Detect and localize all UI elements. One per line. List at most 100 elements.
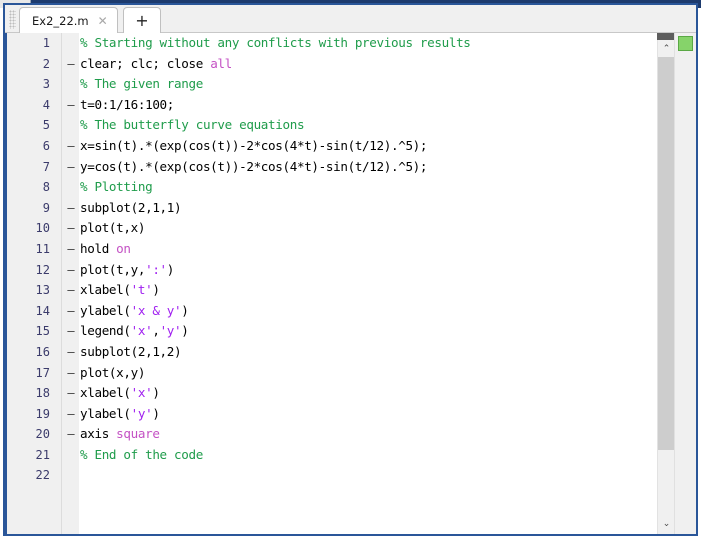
- token-plain: ): [181, 302, 189, 318]
- code-line[interactable]: 5 % The butterfly curve equations: [5, 115, 656, 136]
- code-line[interactable]: 16– subplot(2,1,2): [5, 342, 656, 363]
- token-comment: % The given range: [80, 76, 203, 92]
- executable-line-marker[interactable]: –: [65, 54, 77, 75]
- code-line[interactable]: 12– plot(t,y,':'): [5, 260, 656, 281]
- token-plain: ,: [152, 323, 160, 339]
- executable-line-marker[interactable]: –: [65, 404, 77, 425]
- executable-line-marker[interactable]: –: [65, 239, 77, 260]
- code-text: plot(t,x): [80, 218, 145, 239]
- token-plain: subplot(2,1,1): [80, 199, 182, 215]
- code-text: t=0:1/16:100;: [80, 95, 174, 116]
- code-line[interactable]: 13– xlabel('t'): [5, 280, 656, 301]
- code-line[interactable]: 21 % End of the code: [5, 445, 656, 466]
- new-tab-button[interactable]: +: [123, 7, 161, 33]
- matlab-editor-window: Ex2_22.m ✕ + 1 % Starting without any con…: [0, 0, 701, 539]
- token-comment: % The butterfly curve equations: [80, 117, 305, 133]
- executable-line-marker[interactable]: –: [65, 424, 77, 445]
- line-number: 9: [42, 200, 50, 215]
- line-number: 3: [42, 77, 50, 92]
- line-number: 10: [35, 221, 50, 236]
- code-line[interactable]: 6– x=sin(t).*(exp(cos(t))-2*cos(4*t)-sin(…: [5, 136, 656, 157]
- executable-line-marker[interactable]: –: [65, 363, 77, 384]
- code-text: legend('x','y'): [80, 321, 189, 342]
- line-number: 18: [35, 386, 50, 401]
- code-line[interactable]: 2– clear; clc; close all: [5, 54, 656, 75]
- token-plain: y=cos(t).*(exp(cos(t))-2*cos(4*t)-sin(t/…: [80, 158, 428, 174]
- line-number: 7: [42, 159, 50, 174]
- token-string: 'y': [130, 405, 153, 421]
- token-plain: plot(t,x): [80, 220, 146, 236]
- executable-line-marker[interactable]: –: [65, 136, 77, 157]
- token-string: 't': [130, 282, 153, 298]
- line-number: 4: [42, 97, 50, 112]
- status-ok-indicator[interactable]: [678, 36, 693, 51]
- token-plain: ): [166, 261, 175, 277]
- vertical-scrollbar[interactable]: ⌃ ⌄: [657, 33, 675, 534]
- line-number: 1: [42, 36, 50, 50]
- code-line[interactable]: 3 % The given range: [5, 74, 656, 95]
- code-text: x=sin(t).*(exp(cos(t))-2*cos(4*t)-sin(t/…: [80, 136, 427, 157]
- scroll-down-icon[interactable]: ⌄: [658, 515, 675, 532]
- code-text: axis square: [80, 424, 160, 445]
- drag-grip-icon[interactable]: [9, 10, 16, 29]
- line-number: 11: [35, 241, 50, 256]
- close-icon[interactable]: ✕: [98, 15, 108, 27]
- token-plain: ): [152, 405, 160, 421]
- scroll-up-icon[interactable]: ⌃: [658, 40, 675, 57]
- code-line[interactable]: 1 % Starting without any conflicts with p…: [5, 33, 656, 54]
- executable-line-marker[interactable]: –: [65, 342, 77, 363]
- token-comment: % End of the code: [80, 446, 203, 462]
- code-line[interactable]: 7– y=cos(t).*(exp(cos(t))-2*cos(4*t)-sin(…: [5, 157, 656, 178]
- line-number: 5: [42, 118, 50, 133]
- token-string: 'x': [130, 323, 153, 339]
- code-text: xlabel('x'): [80, 383, 160, 404]
- code-line[interactable]: 9– subplot(2,1,1): [5, 198, 656, 219]
- code-lines-container[interactable]: 1 % Starting without any conflicts with p…: [5, 33, 656, 534]
- code-line[interactable]: 10– plot(t,x): [5, 218, 656, 239]
- code-line[interactable]: 18– xlabel('x'): [5, 383, 656, 404]
- code-text: % Plotting: [80, 177, 153, 198]
- code-line[interactable]: 20– axis square: [5, 424, 656, 445]
- token-keyword: all: [210, 55, 232, 71]
- code-line[interactable]: 22: [5, 465, 656, 486]
- line-number: 13: [35, 283, 50, 298]
- executable-line-marker[interactable]: –: [65, 280, 77, 301]
- line-number: 21: [35, 447, 50, 462]
- code-line[interactable]: 4– t=0:1/16:100;: [5, 95, 656, 116]
- token-plain: subplot(2,1,2): [80, 343, 182, 359]
- code-text: xlabel('t'): [80, 280, 160, 301]
- code-line[interactable]: 17– plot(x,y): [5, 363, 656, 384]
- code-text: % The butterfly curve equations: [80, 115, 305, 136]
- executable-line-marker[interactable]: –: [65, 383, 77, 404]
- executable-line-marker[interactable]: –: [65, 95, 77, 116]
- token-plain: xlabel(: [80, 385, 131, 401]
- code-text: clear; clc; close all: [80, 54, 232, 75]
- token-plain: hold: [80, 240, 117, 256]
- executable-line-marker[interactable]: –: [65, 321, 77, 342]
- line-number: 19: [35, 406, 50, 421]
- plus-icon: +: [135, 10, 149, 30]
- scrollbar-cap: [657, 33, 674, 40]
- token-plain: x=sin(t).*(exp(cos(t))-2*cos(4*t)-sin(t/…: [80, 137, 428, 153]
- code-editor[interactable]: 1 % Starting without any conflicts with p…: [5, 33, 696, 534]
- code-line[interactable]: 14– ylabel('x & y'): [5, 301, 656, 322]
- executable-line-marker[interactable]: –: [65, 301, 77, 322]
- executable-line-marker[interactable]: –: [65, 218, 77, 239]
- executable-line-marker[interactable]: –: [65, 157, 77, 178]
- tab-label: Ex2_22.m: [32, 13, 89, 28]
- executable-line-marker[interactable]: –: [65, 198, 77, 219]
- code-line[interactable]: 8 % Plotting: [5, 177, 656, 198]
- code-text: % The given range: [80, 74, 203, 95]
- code-line[interactable]: 11– hold on: [5, 239, 656, 260]
- token-plain: ylabel(: [80, 405, 131, 421]
- line-number: 12: [35, 262, 50, 277]
- code-text: subplot(2,1,1): [80, 198, 182, 219]
- code-analyzer-strip[interactable]: [674, 33, 696, 534]
- code-text: % End of the code: [80, 445, 203, 466]
- code-line[interactable]: 19– ylabel('y'): [5, 404, 656, 425]
- tab-ex2-22-m[interactable]: Ex2_22.m ✕: [19, 7, 118, 33]
- scrollbar-thumb[interactable]: [658, 57, 675, 450]
- executable-line-marker[interactable]: –: [65, 260, 77, 281]
- code-line[interactable]: 15– legend('x','y'): [5, 321, 656, 342]
- token-string: 'x & y': [130, 302, 182, 318]
